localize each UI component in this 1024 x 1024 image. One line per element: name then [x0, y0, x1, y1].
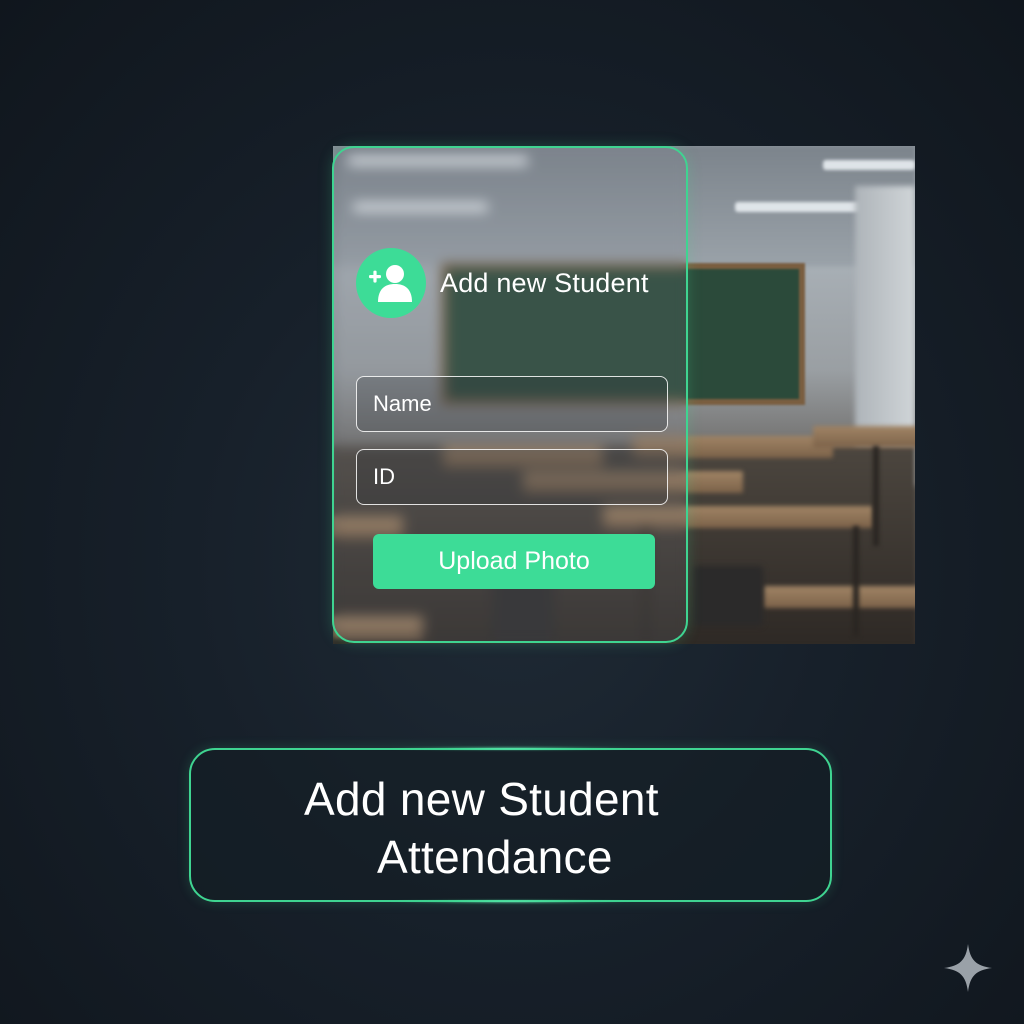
id-input[interactable] [356, 449, 668, 505]
caption-subtitle: Attendance [377, 831, 613, 883]
caption-glow [391, 900, 631, 903]
ceiling-light [823, 160, 915, 170]
card-title: Add new Student [440, 267, 649, 298]
name-input[interactable] [356, 376, 668, 432]
caption-title: Add new Student [304, 773, 659, 825]
sparkle-icon [944, 944, 992, 992]
add-user-icon [356, 248, 426, 318]
app-screen: Add new Student Upload Photo Add new Stu… [0, 0, 1024, 1024]
desk-leg [873, 446, 879, 546]
add-student-card: Add new Student Upload Photo [332, 146, 688, 643]
desk [813, 426, 915, 448]
upload-photo-button[interactable]: Upload Photo [373, 534, 655, 589]
ceiling-light [735, 202, 863, 212]
chair [693, 566, 763, 626]
caption-panel: Add new Student Attendance [189, 747, 832, 903]
caption-glow [391, 747, 631, 750]
desk-leg [853, 526, 859, 636]
add-user-glyph [369, 265, 412, 302]
desk [763, 586, 915, 608]
card-header: Add new Student [356, 248, 649, 318]
